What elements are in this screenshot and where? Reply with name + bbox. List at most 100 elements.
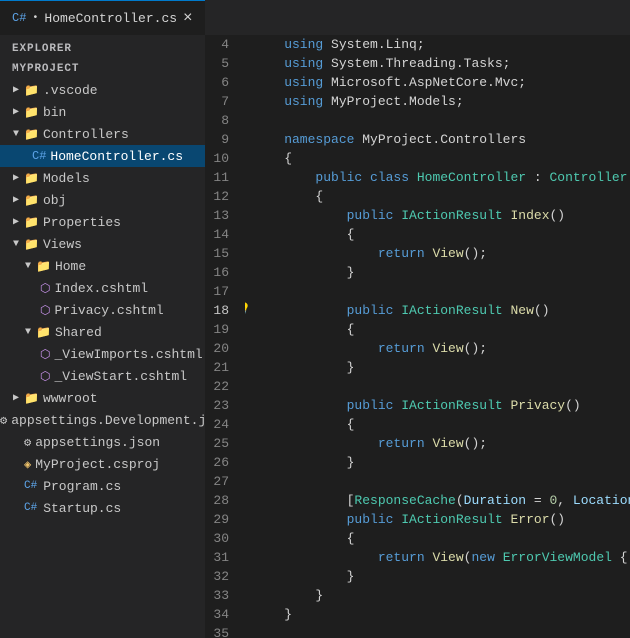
index-label: Index.cshtml [54,281,148,296]
sidebar-item-properties[interactable]: ▶ 📁 Properties [0,211,205,233]
line-num-17: 17 [205,282,237,301]
code-line-30: { [253,529,630,548]
obj-label: obj [43,193,66,208]
sidebar-item-shared[interactable]: ▼ 📁 Shared [0,321,205,343]
code-line-17 [253,282,630,301]
arrow-icon: ▶ [8,194,24,206]
sidebar-item-privacy[interactable]: ⬡ Privacy.cshtml [0,299,205,321]
folder-icon: 📁 [24,83,39,98]
line-numbers: 4 5 6 7 8 9 10 11 12 13 14 15 16 17 18 1… [205,35,245,638]
sidebar-item-index[interactable]: ⬡ Index.cshtml [0,277,205,299]
sidebar: EXPLORER MYPROJECT ▶ 📁 .vscode ▶ 📁 bin ▼… [0,35,205,638]
tab-label: HomeController.cs [44,11,177,26]
code-line-7: using MyProject.Models; [253,92,630,111]
gear-icon: ⚙ [0,413,7,428]
folder-icon: 📁 [24,127,39,142]
line-num-6: 6 [205,73,237,92]
line-num-7: 7 [205,92,237,111]
tab-close-button[interactable]: × [183,10,193,26]
sidebar-item-home[interactable]: ▼ 📁 Home [0,255,205,277]
sidebar-item-bin[interactable]: ▶ 📁 bin [0,101,205,123]
folder-icon: 📁 [24,215,39,230]
code-line-11: public class HomeController : Controller [253,168,630,187]
line-num-16: 16 [205,263,237,282]
bin-label: bin [43,105,66,120]
line-num-33: 33 [205,586,237,605]
modified-indicator: • [32,13,38,24]
sidebar-item-csproj[interactable]: ◈ MyProject.csproj [0,453,205,475]
cs-file-icon: C# [12,11,26,25]
razor-icon: ⬡ [40,369,50,384]
home-label: Home [55,259,86,274]
sidebar-item-appsettings[interactable]: ⚙ appsettings.json [0,431,205,453]
code-line-22 [253,377,630,396]
sidebar-item-wwwroot[interactable]: ▶ 📁 wwwroot [0,387,205,409]
code-line-34: } [253,605,630,624]
line-num-25: 25 [205,434,237,453]
explorer-title: EXPLORER [0,35,205,59]
code-line-10: { [253,149,630,168]
sidebar-item-views[interactable]: ▼ 📁 Views [0,233,205,255]
code-line-33: } [253,586,630,605]
line-num-14: 14 [205,225,237,244]
line-num-26: 26 [205,453,237,472]
code-line-16: } [253,263,630,282]
line-num-18: 18 [205,301,237,320]
line-num-27: 27 [205,472,237,491]
code-line-9: namespace MyProject.Controllers [253,130,630,149]
folder-icon: 📁 [36,259,51,274]
line-num-15: 15 [205,244,237,263]
line-num-35: 35 [205,624,237,638]
startup-label: Startup.cs [43,501,121,516]
arrow-icon: ▶ [8,172,24,184]
line-num-24: 24 [205,415,237,434]
code-line-5: using System.Threading.Tasks; [253,54,630,73]
arrow-icon: ▼ [20,261,36,272]
code-line-8 [253,111,630,130]
views-label: Views [43,237,82,252]
sidebar-item-controllers[interactable]: ▼ 📁 Controllers [0,123,205,145]
sidebar-item-viewstart[interactable]: ⬡ _ViewStart.cshtml [0,365,205,387]
cs-icon: C# [24,502,37,514]
properties-label: Properties [43,215,121,230]
sidebar-item-startup[interactable]: C# Startup.cs [0,497,205,519]
sidebar-item-vscode[interactable]: ▶ 📁 .vscode [0,79,205,101]
line-num-19: 19 [205,320,237,339]
code-line-15: return View(); [253,244,630,263]
folder-icon: 📁 [24,105,39,120]
tab-homecontroller[interactable]: C# • HomeController.cs × [0,0,205,35]
sidebar-item-homecontroller[interactable]: C# HomeController.cs [0,145,205,167]
viewimports-label: _ViewImports.cshtml [54,347,202,362]
viewstart-label: _ViewStart.cshtml [54,369,187,384]
lightbulb-icon[interactable]: 💡 [245,301,251,320]
program-label: Program.cs [43,479,121,494]
cs-icon: C# [24,480,37,492]
sidebar-item-models[interactable]: ▶ 📁 Models [0,167,205,189]
sidebar-item-program[interactable]: C# Program.cs [0,475,205,497]
code-line-24: { [253,415,630,434]
wwwroot-label: wwwroot [43,391,98,406]
shared-label: Shared [55,325,102,340]
line-num-28: 28 [205,491,237,510]
appsettingsdev-label: appsettings.Development.json [11,413,205,428]
code-line-26: } [253,453,630,472]
sidebar-item-appsettingsdev[interactable]: ⚙ appsettings.Development.json [0,409,205,431]
line-num-29: 29 [205,510,237,529]
arrow-icon: ▼ [8,129,24,140]
code-line-29: public IActionResult Error() [253,510,630,529]
code-line-25: return View(); [253,434,630,453]
sidebar-item-viewimports[interactable]: ⬡ _ViewImports.cshtml [0,343,205,365]
models-label: Models [43,171,90,186]
arrow-icon: ▶ [8,84,24,96]
tab-bar: C# • HomeController.cs × [0,0,630,35]
controllers-label: Controllers [43,127,129,142]
code-line-18: 💡 public IActionResult New() [253,301,630,320]
arrow-icon: ▼ [20,327,36,338]
arrow-icon: ▶ [8,106,24,118]
folder-icon: 📁 [36,325,51,340]
line-num-31: 31 [205,548,237,567]
sidebar-item-obj[interactable]: ▶ 📁 obj [0,189,205,211]
code-line-20: return View(); [253,339,630,358]
code-content[interactable]: using System.Linq; using System.Threadin… [245,35,630,638]
homecontroller-label: HomeController.cs [50,149,183,164]
